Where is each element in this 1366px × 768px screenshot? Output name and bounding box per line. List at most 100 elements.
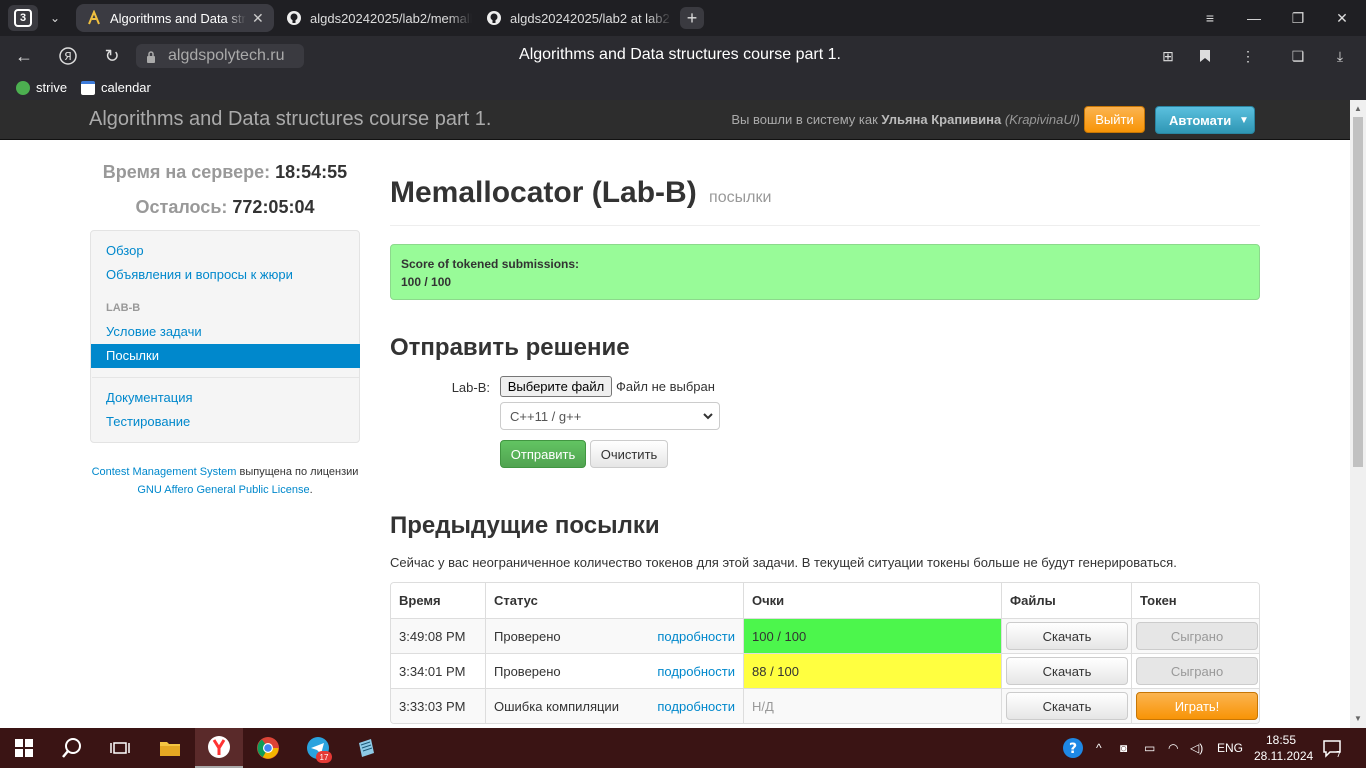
status-text: Ошибка компиляции [494, 698, 619, 714]
user-login: (KrapivinaUl) [1004, 112, 1080, 127]
reload-icon[interactable]: ↻ [99, 44, 125, 68]
sidebar-item-overview[interactable]: Обзор [106, 243, 144, 258]
download-button[interactable]: Скачать [1006, 657, 1128, 685]
sidebar-item-statement[interactable]: Условие задачи [106, 324, 202, 339]
license-link[interactable]: GNU Affero General Public License [137, 484, 309, 496]
submit-button[interactable]: Отправить [500, 440, 586, 468]
site-brand[interactable]: Algorithms and Data structures course pa… [89, 108, 491, 131]
page-subtitle: посылки [709, 189, 772, 206]
auto-label: Автомати [1169, 112, 1232, 128]
column-header-score: Очки [743, 583, 1001, 618]
svg-text:?: ? [1069, 741, 1077, 757]
yandex-icon[interactable]: Я [55, 44, 81, 68]
chrome-icon[interactable] [244, 728, 292, 768]
server-time-label: Время на сервере: [102, 162, 271, 182]
scroll-down-arrow-icon[interactable]: ▼ [1350, 710, 1366, 726]
system-clock[interactable]: 18:55 28.11.2024 [1254, 732, 1314, 764]
previous-submissions-heading: Предыдущие посылки [390, 512, 660, 539]
login-info: Вы вошли в систему как Ульяна Крапивина … [640, 112, 1080, 127]
play-token-button[interactable]: Играть! [1136, 692, 1258, 720]
clear-button[interactable]: Очистить [590, 440, 668, 468]
submission-time: 3:34:01 PM [399, 663, 466, 679]
tab-count-button[interactable]: 3 [8, 5, 38, 31]
input-language-indicator[interactable]: ENG [1217, 728, 1243, 768]
server-time-value: 18:54:55 [275, 162, 348, 182]
url-field[interactable]: algdspolytech.ru [136, 44, 304, 68]
close-tab-icon[interactable]: ✕ [252, 10, 268, 27]
notifications-icon[interactable]: 7 [1322, 728, 1342, 768]
task-view-icon[interactable] [96, 728, 144, 768]
download-button[interactable]: Скачать [1006, 692, 1128, 720]
submission-time: 3:33:03 PM [399, 698, 466, 714]
bookmark-calendar[interactable]: calendar [81, 80, 151, 95]
tray-chevron-up-icon[interactable]: ^ [1096, 728, 1102, 768]
tab-list-chevron-icon[interactable]: ⌄ [42, 5, 68, 31]
tab-label: Algorithms and Data structures course pa… [110, 10, 246, 26]
tab-count: 3 [14, 9, 32, 27]
sidebar-nav: Обзор Объявления и вопросы к жюри LAB-B … [90, 230, 360, 443]
server-time: Время на сервере: 18:54:55 [90, 162, 360, 183]
file-field-label: Lab-B: [451, 380, 490, 395]
submission-score: Н/Д [743, 689, 1001, 723]
tab-algorithms[interactable]: Algorithms and Data structures course pa… [76, 4, 274, 32]
scroll-thumb[interactable] [1353, 117, 1363, 467]
search-icon[interactable] [48, 728, 96, 768]
translate-icon[interactable]: ⊞ [1158, 46, 1178, 66]
submit-heading: Отправить решение [390, 334, 630, 361]
choose-file-button[interactable]: Выберите файл [500, 376, 612, 397]
wifi-icon[interactable]: ◠ [1168, 728, 1178, 768]
help-icon[interactable]: ? [1062, 728, 1084, 768]
cms-link[interactable]: Contest Management System [92, 466, 237, 478]
close-window-icon[interactable]: ✕ [1330, 6, 1354, 30]
sidebar-item-documentation[interactable]: Документация [106, 390, 193, 405]
scroll-up-arrow-icon[interactable]: ▲ [1350, 100, 1366, 116]
webcam-icon[interactable]: ◙ [1120, 728, 1127, 768]
user-name: Ульяна Крапивина [881, 112, 1002, 127]
details-link[interactable]: подробности [657, 699, 735, 714]
minimize-icon[interactable]: — [1242, 6, 1266, 30]
volume-icon[interactable]: ◁) [1190, 728, 1203, 768]
bookmark-strive[interactable]: strive [16, 80, 67, 95]
windows-start-icon[interactable] [0, 728, 48, 768]
column-header-time: Время [399, 593, 441, 608]
submissions-table: Время Статус Очки Файлы Токен 3:49:08 PM… [390, 582, 1260, 724]
back-arrow-icon[interactable]: ← [11, 44, 37, 68]
auto-language-dropdown[interactable]: Автомати ▼ [1155, 106, 1255, 134]
details-link[interactable]: подробности [657, 664, 735, 679]
page-title-in-omnibox: Algorithms and Data structures course pa… [519, 46, 841, 63]
tab-github-lab2[interactable]: algds20242025/lab2 at lab2 [476, 4, 672, 32]
yandex-browser-taskbar-icon[interactable] [195, 728, 243, 768]
submission-time: 3:49:08 PM [399, 628, 466, 644]
task-title: Memallocator (Lab-B) [390, 176, 697, 209]
submission-score: 100 / 100 [743, 619, 1001, 653]
details-link[interactable]: подробности [657, 629, 735, 644]
column-header-status: Статус [485, 583, 743, 618]
clock-date: 28.11.2024 [1254, 749, 1314, 763]
sidebar-item-submissions[interactable]: Посылки [91, 344, 360, 368]
language-select[interactable]: C++11 / g++ [500, 402, 720, 430]
tokens-note: Сейчас у вас неограниченное количество т… [390, 555, 1177, 570]
chevron-down-icon [702, 409, 714, 423]
token-played-button: Сыграно [1136, 657, 1258, 685]
bookmark-label: calendar [101, 80, 151, 95]
restore-icon[interactable]: ❐ [1286, 6, 1310, 30]
battery-icon[interactable]: ▭ [1144, 728, 1155, 768]
files-cell: Скачать [1001, 689, 1131, 723]
collections-icon[interactable]: ❏ [1288, 46, 1308, 66]
tab-label: algds20242025/lab2/memallocator [310, 10, 472, 26]
logout-button[interactable]: Выйти [1084, 106, 1145, 133]
new-tab-button[interactable]: + [680, 7, 704, 29]
sidebar-item-announcements[interactable]: Объявления и вопросы к жюри [106, 267, 293, 282]
download-icon[interactable]: ⤓ [1330, 46, 1350, 66]
browser-menu-icon[interactable]: ≡ [1198, 6, 1222, 30]
page-scrollbar[interactable]: ▲ ▼ [1350, 100, 1366, 728]
file-explorer-icon[interactable] [146, 728, 194, 768]
notepad-app-icon[interactable] [342, 728, 390, 768]
browser-tabbar: 3 ⌄ Algorithms and Data structures cours… [0, 0, 1366, 36]
sidebar-item-testing[interactable]: Тестирование [106, 414, 190, 429]
more-options-icon[interactable]: ⋮ [1238, 46, 1258, 66]
svg-text:Я: Я [64, 50, 72, 63]
download-button[interactable]: Скачать [1006, 622, 1128, 650]
tab-github-memallocator[interactable]: algds20242025/lab2/memallocator [276, 4, 472, 32]
bookmark-icon[interactable] [1195, 46, 1215, 66]
